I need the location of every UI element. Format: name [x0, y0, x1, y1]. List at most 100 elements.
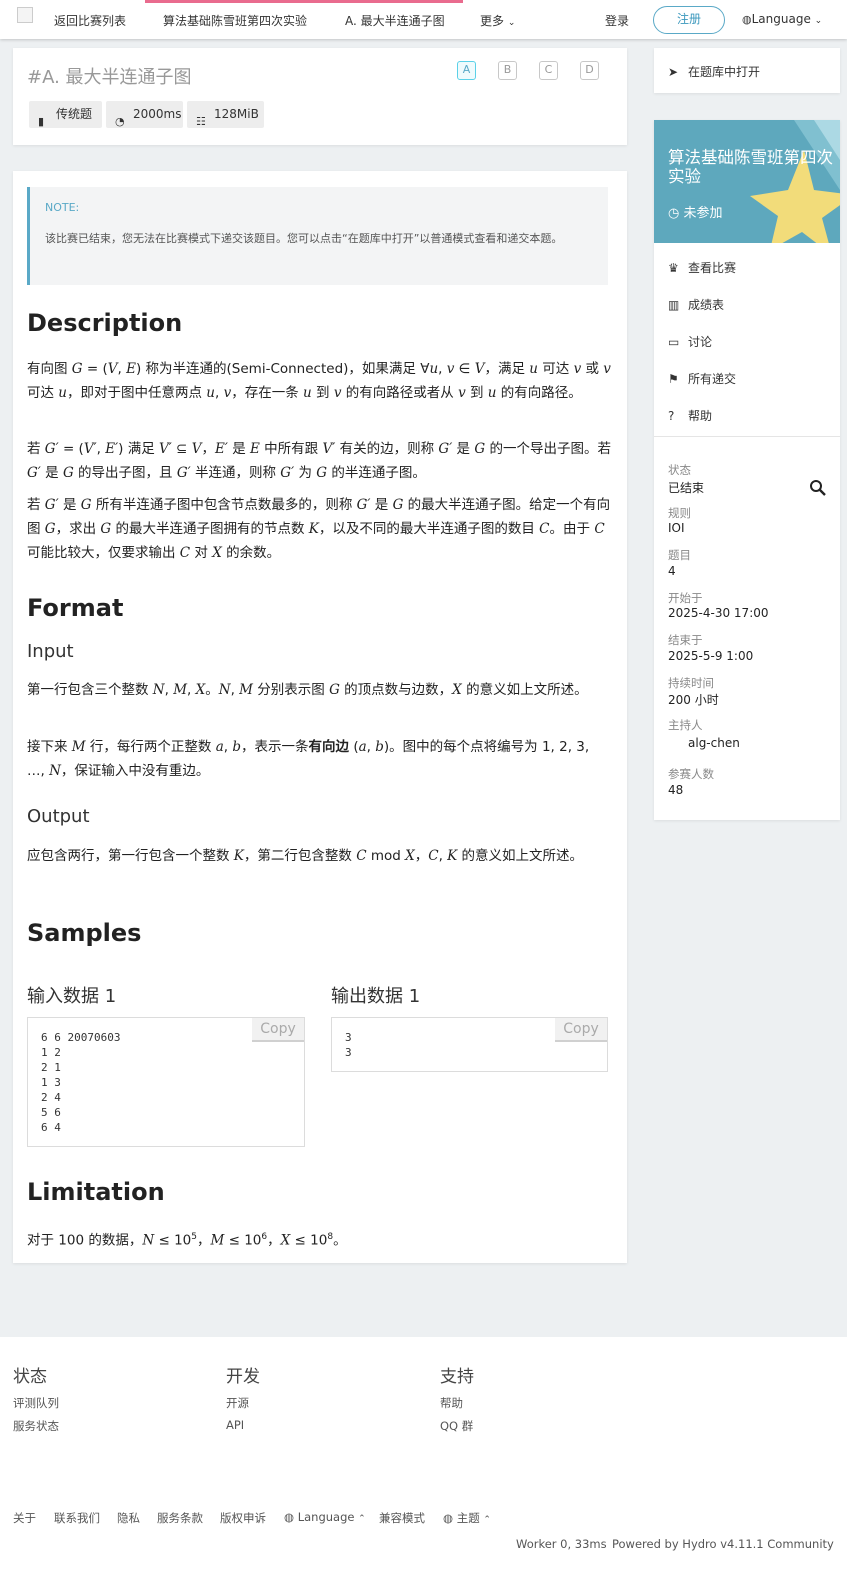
sidebar-item-help[interactable]: ? 帮助	[668, 407, 712, 424]
nav-contest-link[interactable]: 算法基础陈雪班第四次实验	[163, 12, 307, 29]
powered-by[interactable]: Powered by Hydro v4.11.1 Community	[612, 1537, 834, 1551]
footer-link-terms[interactable]: 服务条款	[157, 1510, 203, 1526]
globe-icon: ◍	[284, 1510, 295, 1524]
sidebar-item-discussion[interactable]: ▭ 讨论	[668, 333, 712, 350]
sidebar-item-scoreboard[interactable]: ▥ 成绩表	[668, 296, 724, 313]
back-to-contest-list-link[interactable]: 返回比赛列表	[54, 12, 126, 29]
problem-content-card: NOTE: 该比赛已结束，您无法在比赛模式下递交该题目。您可以点击“在题库中打开…	[13, 171, 627, 1263]
active-tab-indicator	[145, 0, 463, 3]
problem-tab-b[interactable]: B	[498, 61, 517, 80]
footer-language-menu[interactable]: ◍ Language ⌃	[284, 1510, 366, 1524]
note-text: 该比赛已结束，您无法在比赛模式下递交该题目。您可以点击“在题库中打开”以普通模式…	[45, 232, 563, 245]
sidebar-divider	[654, 436, 840, 437]
comment-icon: ▭	[668, 335, 680, 349]
footer-link-api[interactable]: API	[226, 1418, 244, 1432]
limitation-paragraph: 对于 100 的数据，N ≤ 105，M ≤ 106，X ≤ 108。	[27, 1232, 347, 1249]
nav-more-label: 更多	[480, 14, 505, 28]
format-heading: Format	[27, 594, 124, 622]
search-icon[interactable]	[809, 479, 827, 497]
site-logo-icon[interactable]	[17, 7, 33, 23]
sample-input-code: 6 6 20070603 1 2 2 1 1 3 2 4 5 6 6 4	[41, 1031, 121, 1134]
stopwatch-icon: ◔	[115, 115, 125, 128]
bar-chart-icon: ▥	[668, 298, 680, 312]
sidebar-item-view-contest[interactable]: ♛ 查看比赛	[668, 259, 736, 276]
footer-theme-menu[interactable]: ◍ 主题 ⌃	[443, 1510, 491, 1526]
copy-input-button[interactable]: Copy	[252, 1018, 304, 1042]
chevron-up-icon: ⌃	[358, 1514, 366, 1524]
memory-limit-label: 128MiB	[214, 107, 259, 121]
open-in-bank-label: 在题库中打开	[688, 65, 761, 79]
participation-status: ◷ 未参加	[668, 202, 723, 221]
contest-banner[interactable]: 算法基础陈雪班第四次实验 ◷ 未参加	[654, 120, 840, 243]
info-value-rule: IOI	[668, 521, 685, 535]
contest-ended-note: NOTE: 该比赛已结束，您无法在比赛模式下递交该题目。您可以点击“在题库中打开…	[27, 187, 608, 285]
sample-output-title: 输出数据 1	[331, 986, 421, 1007]
samples-heading: Samples	[27, 919, 142, 947]
contest-title: 算法基础陈雪班第四次实验	[668, 148, 833, 186]
participation-status-label: 未参加	[683, 206, 723, 221]
login-link[interactable]: 登录	[605, 12, 629, 29]
footer-link-judge-queue[interactable]: 评测队列	[13, 1395, 59, 1411]
flag-icon: ⚑	[668, 372, 679, 386]
chevron-up-icon: ⌃	[483, 1515, 491, 1525]
chevron-down-icon: ⌄	[814, 16, 823, 26]
problem-header-card: #A. 最大半连通子图 A B C D ▮ 传统题 ◔ 2000ms ☷ 128MiB	[13, 48, 627, 145]
language-label: Language	[751, 12, 811, 26]
input-paragraph-2: 接下来 M 行，每行两个正整数 a, b，表示一条有向边 (a, b)。图中的每…	[27, 739, 590, 779]
register-button[interactable]: 注册	[653, 6, 725, 34]
description-paragraph-3: 若 G′ 是 G 所有半连通子图中包含节点数最多的，则称 G′ 是 G 的最大半…	[27, 497, 611, 561]
send-icon: ➤	[668, 65, 679, 79]
copy-output-button[interactable]: Copy	[555, 1018, 607, 1042]
problem-title: #A. 最大半连通子图	[27, 67, 192, 88]
sidebar-item-all-submissions[interactable]: ⚑ 所有递交	[668, 370, 736, 387]
sample-output-box: 3 3 Copy	[331, 1017, 608, 1072]
footer-link-copyright[interactable]: 版权申诉	[220, 1510, 266, 1526]
language-menu[interactable]: ◍Language ⌄	[742, 12, 822, 26]
info-label-end: 结束于	[668, 633, 703, 647]
footer-link-qq-group[interactable]: QQ 群	[440, 1418, 473, 1434]
info-label-host: 主持人	[668, 718, 703, 732]
description-paragraph-2: 若 G′ = (V′, E′) 满足 V′ ⊆ V，E′ 是 E 中所有跟 V′…	[27, 441, 611, 481]
globe-icon: ◍	[742, 13, 752, 26]
book-icon: ▮	[38, 115, 45, 128]
footer-link-contact[interactable]: 联系我们	[54, 1510, 100, 1526]
problem-tab-d[interactable]: D	[580, 61, 599, 80]
nav-more-menu[interactable]: 更多 ⌄	[480, 12, 515, 29]
memory-limit-badge: ☷ 128MiB	[187, 101, 264, 128]
sample-output-code: 3 3	[345, 1031, 352, 1059]
trophy-icon: ♛	[668, 261, 679, 275]
info-label-status: 状态	[668, 463, 691, 477]
footer-link-privacy[interactable]: 隐私	[117, 1510, 140, 1526]
info-value-host[interactable]: alg-chen	[688, 736, 740, 750]
footer-link-service-status[interactable]: 服务状态	[13, 1418, 59, 1434]
sidebar-item-label: 所有递交	[688, 372, 737, 386]
info-label-duration: 持续时间	[668, 676, 714, 690]
open-in-bank-card: ➤ 在题库中打开	[654, 48, 840, 93]
footer-heading-development: 开发	[226, 1367, 260, 1387]
info-value-duration: 200 小时	[668, 693, 719, 707]
open-in-bank-link[interactable]: ➤ 在题库中打开	[668, 63, 760, 80]
footer-link-open-source[interactable]: 开源	[226, 1395, 249, 1411]
info-value-start: 2025-4-30 17:00	[668, 606, 769, 620]
footer-link-about[interactable]: 关于	[13, 1510, 36, 1526]
description-heading: Description	[27, 309, 183, 337]
info-label-problems: 题目	[668, 548, 691, 562]
info-label-rule: 规则	[668, 506, 691, 520]
footer-heading-status: 状态	[13, 1367, 47, 1387]
output-heading: Output	[27, 806, 90, 827]
footer-link-compat-mode[interactable]: 兼容模式	[379, 1510, 425, 1526]
globe-icon: ◍	[443, 1511, 454, 1525]
problem-tab-a[interactable]: A	[457, 61, 476, 80]
info-value-participants[interactable]: 48	[668, 783, 683, 797]
note-heading: NOTE:	[45, 201, 80, 214]
problem-tab-c[interactable]: C	[539, 61, 558, 80]
limitation-heading: Limitation	[27, 1178, 165, 1206]
problem-type-label: 传统题	[56, 107, 93, 121]
input-paragraph-1: 第一行包含三个整数 N, M, X。N, M 分别表示图 G 的顶点数与边数，X…	[27, 682, 588, 698]
clock-icon: ◷	[668, 206, 680, 221]
info-label-participants: 参赛人数	[668, 767, 714, 781]
footer-link-help[interactable]: 帮助	[440, 1395, 463, 1411]
sidebar-item-label: 讨论	[688, 335, 713, 349]
nav-problem-link[interactable]: A. 最大半连通子图	[345, 12, 445, 29]
problem-type-badge: ▮ 传统题	[29, 101, 102, 128]
